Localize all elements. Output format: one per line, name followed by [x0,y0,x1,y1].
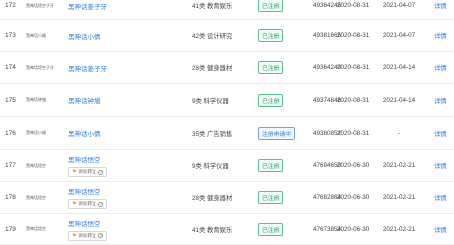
expiry-date: - [397,129,401,137]
detail-link[interactable]: 详情 [434,0,454,19]
transfer-button[interactable]: ⚑ 商标转让? [68,199,108,209]
detail-link[interactable]: 详情 [434,84,454,116]
table-row: 178 黑神话悟空 黑神话悟空 ⚑ 商标转让? 28类 健身器材 已注册 47682864 20… [0,182,454,214]
detail-link[interactable]: 详情 [434,52,454,83]
table-row: 175 黑神话钟馗 黑神话钟馗 9类 科学仪器 已注册 49374846 2020-08-3… [0,84,454,117]
category: 41类 教育娱乐 [192,3,233,10]
application-date: 2020-08-31 [337,96,370,104]
trademark-image: 黑神话悟空子牙 [26,2,54,8]
status-cell: 已注册 [258,214,316,244]
status-badge: 已注册 [258,93,284,107]
trademark-image: 黑神话小倩 [26,32,46,38]
table-row: 173 黑神话小倩 黑神话小倩 42类 设计研究 已注册 49381665 2020-08-… [0,20,454,52]
trademark-name-link[interactable]: 黑神话悟空 [68,218,101,228]
trademark-name-link[interactable]: 黑神话悟空 [68,186,101,196]
status-cell: 已注册 [258,20,316,51]
trademark-table: 172 黑神话悟空子牙 黑神话姜子牙 41类 教育娱乐 已注册 49364245 2020-… [0,0,454,245]
category: 9类 科学仪器 [192,163,229,170]
status-badge: 已注册 [258,61,284,74]
table-row: 179 黑神话悟空 黑神话悟空 ⚑ 商标转让? 41类 教育娱乐 已注册 47673854 20… [0,214,454,245]
detail-link[interactable]: 详情 [434,20,454,51]
transfer-button[interactable]: ⚑ 商标转让? [68,167,108,177]
application-date: 2020-06-30 [337,162,370,169]
status-badge: 注册申请中 [258,126,295,140]
help-icon[interactable]: ? [98,169,104,175]
category: 28类 健身器材 [192,195,233,202]
status-cell: 已注册 [258,182,316,213]
help-icon[interactable]: ? [98,233,104,238]
trademark-name-link[interactable]: 黑神话姜子牙 [68,63,107,73]
expiry-date: 2021-04-14 [382,64,416,71]
status-cell: 已注册 [258,0,316,19]
status-cell: 注册申请中 [258,117,316,149]
flag-icon: ⚑ [72,232,77,239]
status-cell: 已注册 [258,84,316,116]
application-date: 2020-06-30 [337,225,370,233]
transfer-label: 商标转让 [78,169,97,174]
trademark-name-link[interactable]: 黑神话小倩 [68,128,101,138]
expiry-date: 2021-04-14 [382,96,416,104]
category: 28类 健身器材 [192,65,233,72]
flag-icon: ⚑ [72,201,77,207]
trademark-name-cell: 黑神话钟馗 [68,84,188,116]
category: 9类 科学仪器 [192,97,229,105]
detail-link[interactable]: 详情 [434,150,454,181]
trademark-name-link[interactable]: 黑神话姜子牙 [68,1,107,11]
trademark-image: 黑神话悟空 [26,226,46,231]
trademark-image: 黑神话悟空子牙 [26,64,54,70]
trademark-image: 黑神话悟空 [26,162,46,168]
trademark-name-cell: 黑神话悟空 ⚑ 商标转让? [68,182,188,213]
table-row: 174 黑神话悟空子牙 黑神话姜子牙 28类 健身器材 已注册 49364240 2020-… [0,52,454,84]
trademark-name-cell: 黑神话小倩 [68,117,188,149]
application-date: 2020-08-31 [337,129,370,137]
trademark-name-cell: 黑神话姜子牙 [68,0,188,19]
trademark-image: 黑神话钟馗 [26,97,46,102]
application-date: 2020-08-31 [337,32,370,39]
status-cell: 已注册 [258,52,316,83]
category: 35类 广告销售 [192,130,233,138]
application-date: 2020-06-30 [337,194,370,201]
expiry-date: 2021-04-07 [382,32,416,39]
expiry-date: 2021-02-21 [382,225,416,233]
status-badge: 已注册 [258,222,284,236]
expiry-date: 2021-02-21 [382,162,416,169]
application-date: 2020-08-31 [337,2,370,9]
table-row: 177 黑神话悟空 黑神话悟空 ⚑ 商标转让? 9类 科学仪器 已注册 47694650 202… [0,150,454,182]
status-cell: 已注册 [258,150,316,181]
trademark-name-link[interactable]: 黑神话小倩 [68,31,101,41]
transfer-label: 商标转让 [78,201,97,206]
transfer-label: 商标转让 [78,232,97,238]
detail-link[interactable]: 详情 [434,182,454,213]
table-row: 172 黑神话悟空子牙 黑神话姜子牙 41类 教育娱乐 已注册 49364245 2020-… [0,0,454,20]
flag-icon: ⚑ [72,169,77,175]
category: 41类 教育娱乐 [192,226,233,234]
trademark-image: 黑神话悟空 [26,194,46,200]
status-badge: 已注册 [258,159,284,172]
trademark-name-cell: 黑神话小倩 [68,20,188,51]
trademark-name-cell: 黑神话姜子牙 [68,52,188,83]
expiry-date: 2021-02-21 [382,194,416,201]
detail-link[interactable]: 详情 [434,214,454,244]
application-date: 2020-08-31 [337,64,370,71]
category: 42类 设计研究 [192,33,233,40]
trademark-name-link[interactable]: 黑神话悟空 [68,154,101,164]
trademark-name-cell: 黑神话悟空 ⚑ 商标转让? [68,150,188,181]
trademark-image: 黑神话小倩 [26,130,46,135]
help-icon[interactable]: ? [98,201,104,207]
status-badge: 已注册 [258,191,284,204]
status-badge: 已注册 [258,0,284,12]
table-row: 176 黑神话小倩 黑神话小倩 35类 广告销售 注册申请中 49380852 2020-0… [0,117,454,150]
status-badge: 已注册 [258,29,284,42]
detail-link[interactable]: 详情 [434,117,454,149]
transfer-button[interactable]: ⚑ 商标转让? [68,230,108,241]
expiry-date: 2021-04-07 [382,2,416,9]
trademark-name-cell: 黑神话悟空 ⚑ 商标转让? [68,214,188,244]
trademark-name-link[interactable]: 黑神话钟馗 [68,95,101,105]
